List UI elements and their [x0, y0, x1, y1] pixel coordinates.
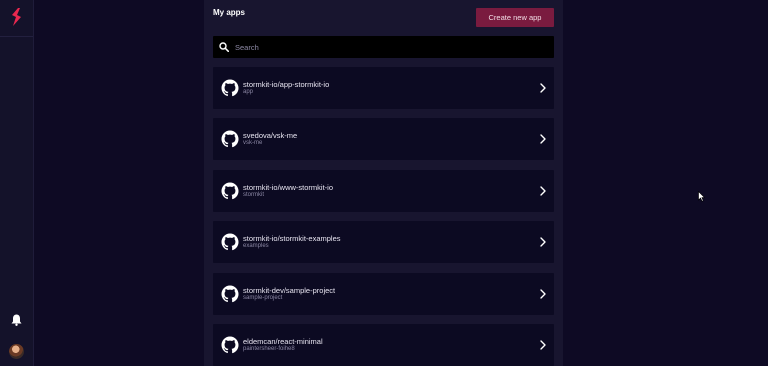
user-avatar[interactable] — [9, 344, 24, 359]
app-subtitle: sample-project — [243, 294, 283, 301]
app-card[interactable]: eldemcan/react-minimal paintersheer-foihe… — [213, 324, 554, 366]
search-input[interactable] — [235, 36, 545, 58]
chevron-right-icon — [540, 288, 546, 299]
chevron-right-icon — [540, 237, 546, 247]
github-icon — [221, 182, 239, 199]
app-subtitle: paintersheer-foihe8 — [243, 346, 295, 352]
app-name: svedova/vsk-me — [243, 131, 298, 141]
sidebar-divider — [0, 36, 33, 37]
bell-icon[interactable] — [11, 314, 22, 326]
github-icon — [221, 130, 239, 148]
app-card[interactable]: svedova/vsk-me vsk-me — [213, 118, 554, 161]
app-name: eldemcan/react-minimal — [243, 337, 323, 346]
stormkit-logo-icon[interactable] — [10, 8, 23, 26]
page-title: My apps — [213, 8, 246, 17]
app-name: stormkit-io/stormkit-examples — [243, 234, 341, 244]
github-icon — [221, 285, 239, 302]
app-subtitle: examples — [243, 243, 269, 250]
sidebar — [0, 0, 34, 366]
app-subtitle: app — [243, 89, 254, 95]
app-subtitle: vsk-me — [243, 140, 263, 147]
app-card[interactable]: stormkit-io/stormkit-examples examples — [213, 221, 554, 264]
app-name: stormkit-dev/sample-project — [243, 285, 336, 295]
chevron-right-icon — [540, 186, 546, 196]
github-icon — [221, 79, 239, 97]
search-bar[interactable] — [213, 36, 554, 58]
app-subtitle: stormkit — [243, 191, 264, 198]
app-name: stormkit-io/www-stormkit-io — [243, 182, 333, 192]
chevron-right-icon — [540, 83, 546, 93]
app-card[interactable]: stormkit-dev/sample-project sample-projec… — [213, 272, 554, 315]
mouse-cursor-icon — [698, 191, 705, 202]
create-new-app-button[interactable]: Create new app — [476, 8, 554, 27]
app-name: stormkit-io/app-stormkit-io — [243, 80, 330, 89]
chevron-right-icon — [540, 340, 546, 350]
search-icon — [219, 42, 229, 52]
app-card[interactable]: stormkit-io/app-stormkit-io app — [213, 67, 554, 109]
github-icon — [221, 336, 239, 354]
github-icon — [221, 233, 239, 251]
chevron-right-icon — [540, 134, 546, 145]
app-card[interactable]: stormkit-io/www-stormkit-io stormkit — [213, 169, 554, 212]
